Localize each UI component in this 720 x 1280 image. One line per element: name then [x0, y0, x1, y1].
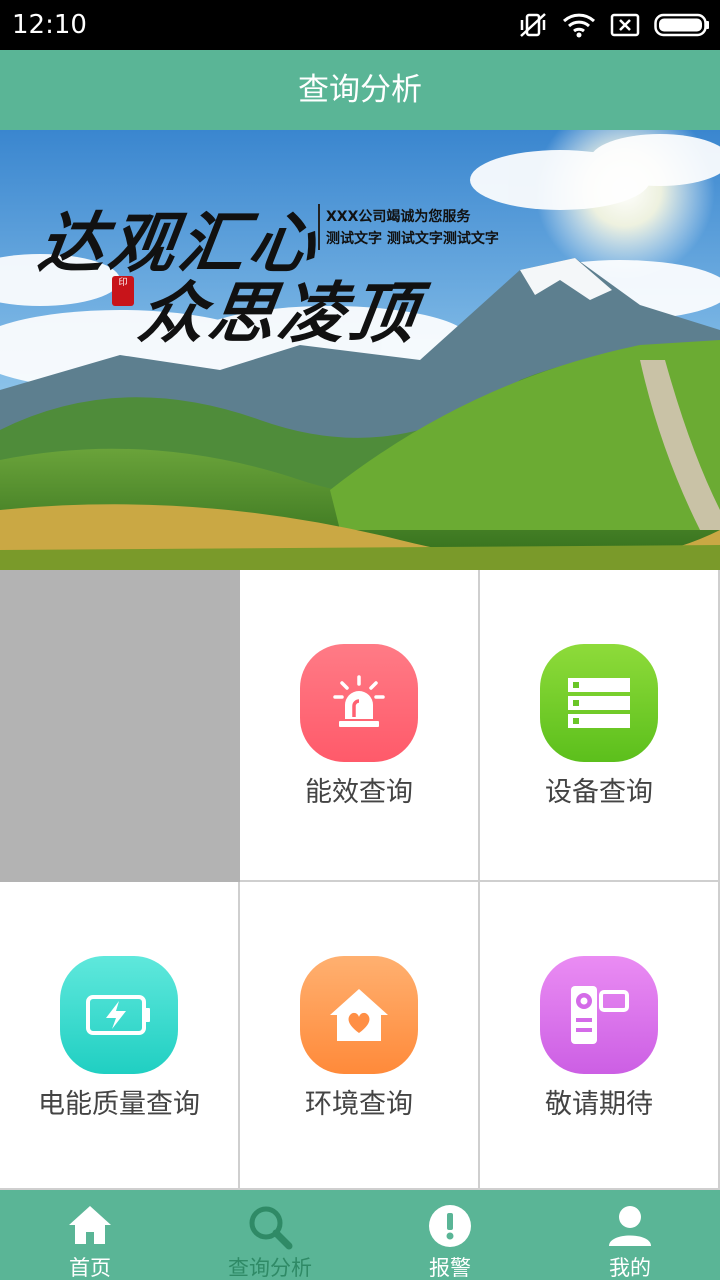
nav-query-analysis[interactable]: 查询分析 [180, 1190, 360, 1280]
battery-icon [654, 13, 710, 37]
tile-device-query[interactable]: 设备查询 [480, 570, 720, 882]
tile-label: 设备查询 [545, 777, 653, 808]
alert-icon [428, 1204, 472, 1252]
nav-label: 报警 [429, 1256, 471, 1280]
no-sim-icon [610, 13, 640, 37]
home-heart-icon [300, 956, 418, 1074]
status-time: 12:10 [12, 10, 87, 40]
camcorder-icon [540, 956, 658, 1074]
banner-image[interactable]: 达观汇心 众思凌顶 印 XXX公司竭诚为您服务 测试文字 测试文字测试文字 [0, 130, 720, 570]
tile-power-quality[interactable]: 电能质量查询 [0, 882, 240, 1190]
banner-slogan: XXX公司竭诚为您服务 测试文字 测试文字测试文字 [326, 206, 499, 250]
battery-charge-icon [60, 956, 178, 1074]
placeholder-cell [0, 570, 240, 882]
nav-mine[interactable]: 我的 [540, 1190, 720, 1280]
nav-label: 我的 [609, 1256, 651, 1280]
tile-coming-soon[interactable]: 敬请期待 [480, 882, 720, 1190]
server-icon [540, 644, 658, 762]
tile-label: 电能质量查询 [38, 1089, 200, 1120]
tile-label: 环境查询 [305, 1089, 413, 1120]
slogan-divider [318, 204, 320, 250]
tile-label: 能效查询 [305, 777, 413, 808]
nav-home[interactable]: 首页 [0, 1190, 180, 1280]
wifi-icon [562, 12, 596, 38]
title-bar: 查询分析 [0, 50, 720, 130]
slogan-line2: 测试文字 测试文字测试文字 [326, 231, 499, 247]
tile-energy-efficiency[interactable]: 能效查询 [240, 570, 480, 882]
tile-environment[interactable]: 环境查询 [240, 882, 480, 1190]
vibrate-off-icon [518, 11, 548, 39]
home-icon [67, 1204, 113, 1250]
user-icon [607, 1204, 653, 1252]
bottom-nav: 首页 查询分析 报警 我的 [0, 1190, 720, 1280]
status-bar: 12:10 [0, 0, 720, 50]
status-icons [518, 9, 710, 41]
nav-label: 首页 [69, 1256, 111, 1280]
nav-label: 查询分析 [228, 1256, 312, 1280]
tile-label: 敬请期待 [545, 1089, 653, 1120]
search-icon [247, 1204, 293, 1254]
slogan-line1: XXX公司竭诚为您服务 [326, 209, 471, 225]
alarm-light-icon [300, 644, 418, 762]
banner-calligraphy-line2: 众思凌顶 [133, 274, 425, 352]
nav-alarm[interactable]: 报警 [360, 1190, 540, 1280]
page-title: 查询分析 [298, 72, 422, 108]
seal-stamp: 印 [112, 276, 134, 306]
feature-grid: 能效查询 设备查询 电能质量查询 环境查询 敬请期待 [0, 570, 720, 1190]
